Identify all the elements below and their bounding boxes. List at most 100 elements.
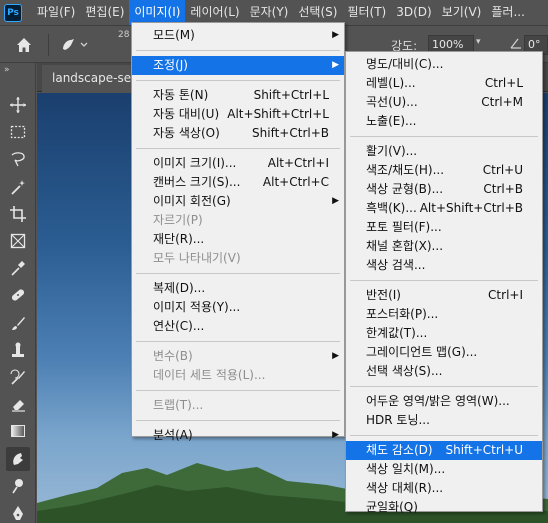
menu-item-label: 반전(I)	[366, 288, 401, 302]
menubar-item[interactable]: 파일(F)	[32, 0, 80, 25]
menu-item[interactable]: 연산(C)...	[132, 317, 344, 336]
menubar-item[interactable]: 편집(E)	[80, 0, 129, 25]
menu-item-label: 모드(M)	[153, 28, 195, 42]
menu-item-label: 포스터화(P)...	[366, 307, 439, 321]
menu-item: 변수(B) ▶	[132, 347, 344, 366]
menu-item[interactable]: HDR 토닝...	[346, 411, 542, 430]
gradient-icon[interactable]	[6, 419, 30, 443]
menu-item[interactable]: 자동 색상(O) Shift+Ctrl+B	[132, 124, 344, 143]
menu-item-label: 노출(E)...	[366, 114, 417, 128]
menu-item-label: 흑백(K)...	[366, 201, 417, 215]
menu-separator	[350, 435, 538, 436]
frame-tool-icon[interactable]	[6, 229, 30, 253]
menu-item[interactable]: 복제(D)...	[132, 279, 344, 298]
menu-item-label: 그레이디언트 맵(G)...	[366, 345, 478, 359]
menu-item[interactable]: 분석(A) ▶	[132, 426, 344, 445]
menu-item-shortcut: Ctrl+I	[488, 288, 523, 302]
menu-item-label: 이미지 크기(I)...	[153, 156, 237, 170]
menu-item-label: 색상 검색...	[366, 258, 426, 272]
strength-dropdown-icon[interactable]: ▾	[476, 37, 481, 47]
menu-item-label: HDR 토닝...	[366, 413, 430, 427]
menu-item-label: 자동 톤(N)	[153, 88, 209, 102]
menu-item[interactable]: 자동 대비(U) Alt+Shift+Ctrl+L	[132, 105, 344, 124]
menu-item-label: 캔버스 크기(S)...	[153, 175, 241, 189]
menubar-item[interactable]: 플러...	[486, 0, 530, 25]
menu-item[interactable]: 모드(M) ▶	[132, 26, 344, 45]
menu-item[interactable]: 색상 균형(B)... Ctrl+B	[346, 180, 542, 199]
menu-item[interactable]: 노출(E)...	[346, 112, 542, 131]
tools-panel: »	[0, 63, 36, 523]
menu-item: 모두 나타내기(V)	[132, 249, 344, 268]
menu-item[interactable]: 자동 톤(N) Shift+Ctrl+L	[132, 86, 344, 105]
menu-item-label: 색상 대체(R)...	[366, 481, 444, 495]
menu-item-label: 채널 혼합(X)...	[366, 239, 444, 253]
menu-item[interactable]: 포토 필터(F)...	[346, 218, 542, 237]
menu-item[interactable]: 캔버스 크기(S)... Alt+Ctrl+C	[132, 173, 344, 192]
menu-item-shortcut: Ctrl+L	[484, 76, 523, 90]
menubar-item[interactable]: 3D(D)	[391, 0, 436, 25]
menu-item-shortcut: Ctrl+U	[482, 163, 523, 177]
tool-preset-picker[interactable]	[60, 35, 90, 55]
magic-wand-icon[interactable]	[6, 175, 30, 199]
smudge-tool-icon[interactable]	[6, 446, 30, 471]
menu-item[interactable]: 곡선(U)... Ctrl+M	[346, 93, 542, 112]
clone-stamp-icon[interactable]	[6, 338, 30, 362]
menubar-item[interactable]: 필터(T)	[342, 0, 391, 25]
menubar-item[interactable]: 보기(V)	[437, 0, 487, 25]
dodge-tool-icon[interactable]	[6, 474, 30, 498]
menu-item-label: 자르기(P)	[153, 213, 203, 227]
menu-item[interactable]: 반전(I) Ctrl+I	[346, 286, 542, 305]
menu-separator	[136, 341, 340, 342]
menu-item-label: 채도 감소(D)	[366, 443, 433, 457]
menu-item[interactable]: 균일화(Q)	[346, 498, 542, 517]
menu-item-label: 균일화(Q)	[366, 500, 418, 514]
crop-tool-icon[interactable]	[6, 202, 30, 226]
menu-item-label: 연산(C)...	[153, 319, 205, 333]
menu-item[interactable]: 채널 혼합(X)...	[346, 237, 542, 256]
menu-item[interactable]: 포스터화(P)...	[346, 305, 542, 324]
eyedropper-icon[interactable]	[6, 256, 30, 280]
menu-item[interactable]: 조정(J) ▶	[132, 56, 344, 75]
collapse-panel-icon[interactable]: »	[4, 65, 9, 75]
menu-item[interactable]: 선택 색상(S)...	[346, 362, 542, 381]
history-brush-icon[interactable]	[6, 365, 30, 389]
home-icon[interactable]	[14, 35, 34, 55]
menu-separator	[136, 148, 340, 149]
menu-item-label: 레벨(L)...	[366, 76, 416, 90]
menu-item-label: 조정(J)	[153, 58, 188, 72]
menu-item[interactable]: 레벨(L)... Ctrl+L	[346, 74, 542, 93]
brush-tool-icon[interactable]	[6, 311, 30, 335]
menu-item[interactable]: 재단(R)...	[132, 230, 344, 249]
menu-item-label: 포토 필터(F)...	[366, 220, 442, 234]
menu-item[interactable]: 이미지 회전(G) ▶	[132, 192, 344, 211]
eraser-icon[interactable]	[6, 392, 30, 416]
menu-item-shortcut: Shift+Ctrl+B	[252, 126, 329, 140]
menu-item[interactable]: 명도/대비(C)...	[346, 55, 542, 74]
brush-size-value[interactable]: 28	[118, 30, 129, 40]
menu-item[interactable]: 이미지 크기(I)... Alt+Ctrl+I	[132, 154, 344, 173]
menu-item-label: 활기(V)...	[366, 144, 418, 158]
photoshop-logo: Ps	[4, 3, 22, 22]
menu-separator	[350, 136, 538, 137]
options-separator	[48, 34, 49, 56]
menu-item[interactable]: 채도 감소(D) Shift+Ctrl+U	[346, 441, 542, 460]
menu-item[interactable]: 한계값(T)...	[346, 324, 542, 343]
menu-item[interactable]: 이미지 적용(Y)...	[132, 298, 344, 317]
pen-tool-icon[interactable]	[6, 501, 30, 523]
menu-item[interactable]: 어두운 영역/밝은 영역(W)...	[346, 392, 542, 411]
menu-item[interactable]: 색조/채도(H)... Ctrl+U	[346, 161, 542, 180]
menu-item[interactable]: 활기(V)...	[346, 142, 542, 161]
menu-item-label: 분석(A)	[153, 428, 193, 442]
menu-separator	[136, 80, 340, 81]
menu-item[interactable]: 흑백(K)... Alt+Shift+Ctrl+B	[346, 199, 542, 218]
menu-item: 트랩(T)...	[132, 396, 344, 415]
menu-item[interactable]: 색상 검색...	[346, 256, 542, 275]
menu-item-shortcut: Alt+Shift+Ctrl+L	[227, 107, 329, 121]
lasso-tool-icon[interactable]	[6, 147, 30, 171]
marquee-tool-icon[interactable]	[6, 120, 30, 144]
move-tool-icon[interactable]	[6, 93, 30, 117]
menu-item[interactable]: 그레이디언트 맵(G)...	[346, 343, 542, 362]
healing-brush-icon[interactable]	[6, 283, 30, 307]
menu-item[interactable]: 색상 대체(R)...	[346, 479, 542, 498]
menu-item[interactable]: 색상 일치(M)...	[346, 460, 542, 479]
